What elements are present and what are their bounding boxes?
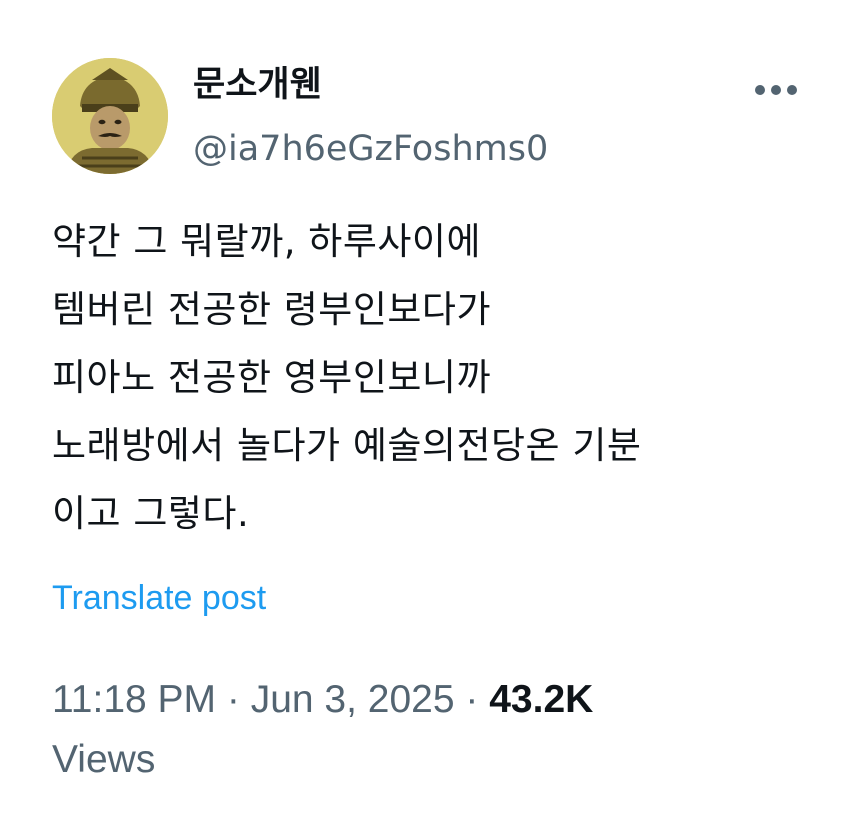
post-text-line: 약간 그 뭐랄까, 하루사이에 bbox=[52, 220, 481, 263]
post-text-line: 템버린 전공한 령부인보다가 bbox=[52, 288, 492, 331]
translate-post-link[interactable]: Translate post bbox=[52, 574, 266, 622]
views-count[interactable]: 43.2K bbox=[489, 678, 593, 721]
author-display-name[interactable]: 문소개웬 bbox=[193, 62, 322, 108]
post-text-line: 피아노 전공한 영부인보니까 bbox=[52, 356, 492, 399]
views-label[interactable]: Views bbox=[52, 734, 155, 786]
avatar[interactable] bbox=[52, 58, 168, 174]
post-text-line: 이고 그렇다. bbox=[52, 492, 250, 535]
author-handle[interactable]: @ia7h6eGzFoshms0 bbox=[193, 126, 548, 172]
post-meta: 11:18 PM · Jun 3, 2025 · 43.2K bbox=[52, 674, 593, 726]
post-date[interactable]: Jun 3, 2025 bbox=[251, 678, 455, 721]
more-horizontal-icon bbox=[755, 85, 797, 95]
post-text: 약간 그 뭐랄까, 하루사이에 템버린 전공한 령부인보다가 피아노 전공한 영… bbox=[52, 208, 832, 548]
more-options-button[interactable] bbox=[748, 72, 804, 108]
avatar-portrait-image bbox=[52, 58, 168, 174]
meta-separator: · bbox=[216, 678, 251, 721]
post-time[interactable]: 11:18 PM bbox=[52, 678, 216, 721]
meta-separator: · bbox=[454, 678, 490, 721]
post-text-line: 노래방에서 놀다가 예술의전당온 기분 bbox=[52, 424, 642, 467]
